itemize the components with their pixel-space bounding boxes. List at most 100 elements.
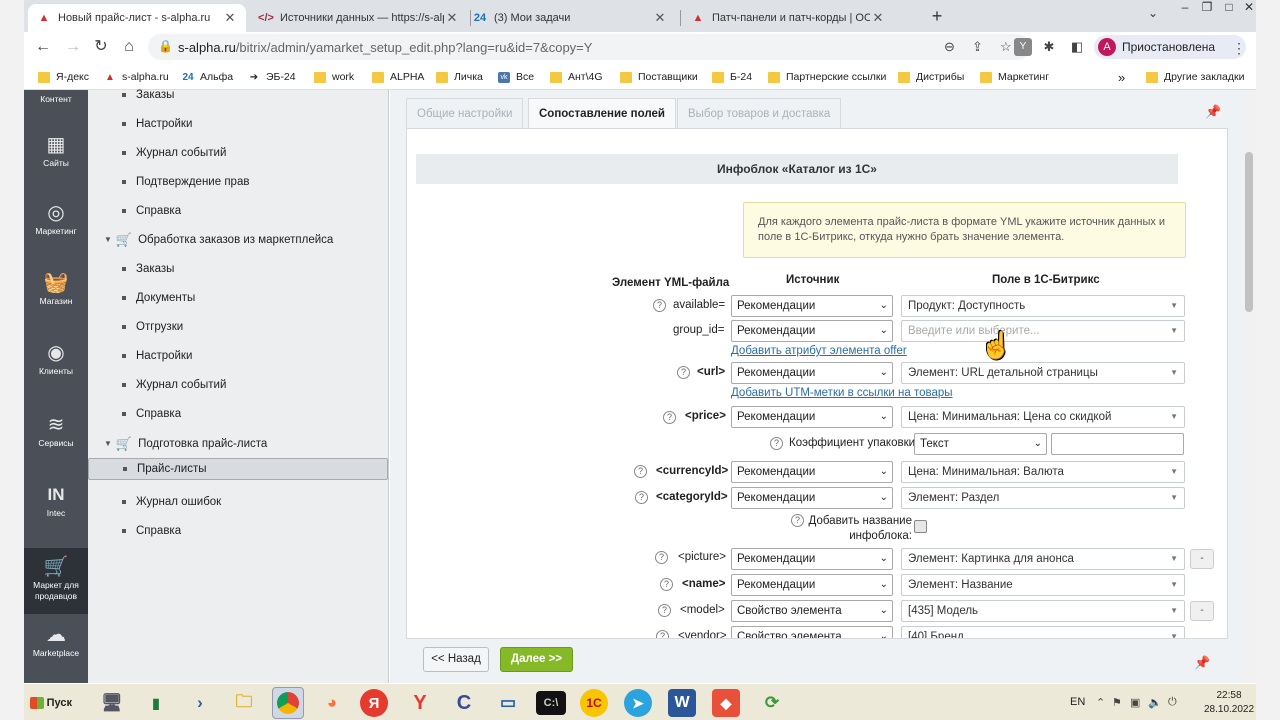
menu-dots-icon[interactable]: ⋮ xyxy=(1232,40,1246,57)
puzzle-extensions-icon[interactable]: ✱ xyxy=(1040,38,1058,56)
field-select-category-id[interactable]: Элемент: Раздел ▼ xyxy=(901,487,1185,509)
expand-triangle-icon[interactable]: ▼ xyxy=(104,439,112,448)
bookmark-partner-links[interactable]: Партнерские ссылки xyxy=(768,68,886,86)
help-icon[interactable]: ? xyxy=(634,465,647,478)
address-bar[interactable]: 🔒 s-alpha.ru/bitrix/admin/yamarket_setup… xyxy=(148,34,1030,60)
language-indicator[interactable]: EN xyxy=(1070,696,1085,708)
power-icon[interactable]: ⏻ xyxy=(1168,696,1177,709)
home-icon[interactable]: ⌂ xyxy=(118,36,140,58)
tab-field-mapping[interactable]: Сопоставление полей xyxy=(528,98,676,128)
reload-icon[interactable]: ↻ xyxy=(90,36,112,58)
add-utm-link[interactable]: Добавить UTM-метки в ссылки на товары xyxy=(731,387,953,399)
field-select-name[interactable]: Элемент: Название ▼ xyxy=(901,574,1185,596)
menu-item-error-log[interactable]: Журнал ошибок xyxy=(88,487,388,516)
bookmark-suppliers[interactable]: Поставщики xyxy=(620,68,698,86)
nav-marketing[interactable]: ◎ Маркетинг xyxy=(24,200,88,254)
firefox-icon[interactable]: ◕ xyxy=(316,687,348,719)
close-icon[interactable]: ✕ xyxy=(444,10,460,26)
chrome-icon[interactable] xyxy=(272,687,304,719)
telegram-icon[interactable]: ➤ xyxy=(624,689,652,717)
menu-item-settings[interactable]: Настройки xyxy=(88,109,388,138)
flag-icon[interactable]: ⚑ xyxy=(1112,696,1122,709)
source-select-name[interactable]: Рекомендации ⌄ xyxy=(731,574,893,596)
nav-clients[interactable]: ◉ Клиенты xyxy=(24,340,88,394)
pack-coefficient-select[interactable]: Текст ⌄ xyxy=(914,433,1047,455)
menu-item-help[interactable]: Справка xyxy=(88,399,388,428)
maximize-icon[interactable]: □ xyxy=(1218,0,1240,16)
add-iblock-name-checkbox[interactable] xyxy=(914,520,927,533)
other-bookmarks[interactable]: Другие закладки xyxy=(1146,68,1244,86)
new-tab-button[interactable]: + xyxy=(926,5,948,27)
menu-item-help[interactable]: Справка xyxy=(88,196,388,225)
menu-item-orders[interactable]: Заказы xyxy=(88,254,388,283)
powershell-icon[interactable]: › xyxy=(184,687,216,719)
word-icon[interactable]: W xyxy=(668,689,696,717)
nav-sites[interactable]: ▦ Сайты xyxy=(24,130,88,184)
menu-section-price-list-prep[interactable]: ▼ 🛒 Подготовка прайс-листа xyxy=(88,429,388,458)
help-icon[interactable]: ? xyxy=(658,604,671,617)
help-icon[interactable]: ? xyxy=(677,366,690,379)
help-icon[interactable]: ? xyxy=(660,578,673,591)
close-icon[interactable]: ✕ xyxy=(870,10,886,26)
forward-arrow-icon[interactable]: → xyxy=(62,36,84,58)
profile-button[interactable]: А Приостановлена xyxy=(1094,35,1246,59)
add-offer-attribute-link[interactable]: Добавить атрибут элемента offer xyxy=(731,345,907,357)
tab-goods-and-delivery[interactable]: Выбор товаров и доставка xyxy=(677,98,842,128)
1c-icon[interactable]: 1С xyxy=(580,689,608,717)
nav-intec[interactable]: IN Intec xyxy=(24,482,88,536)
tab-patch-panels[interactable]: ▲ Патч-панели и патч-корды | ООО ✕ xyxy=(682,4,894,32)
tray-expand-icon[interactable]: ⌃ xyxy=(1096,696,1105,709)
menu-item-price-lists[interactable]: Прайс-листы xyxy=(88,458,388,480)
field-select-currency-id[interactable]: Цена: Минимальная: Валюта ▼ xyxy=(901,461,1185,483)
bookmark-distribs[interactable]: Дистрибы xyxy=(898,68,964,86)
remote-desktop-icon[interactable]: ▭ xyxy=(492,687,524,719)
source-select-category-id[interactable]: Рекомендации ⌄ xyxy=(731,487,893,509)
field-select-available[interactable]: Продукт: Доступность ▼ xyxy=(901,295,1185,317)
field-select-picture[interactable]: Элемент: Картинка для анонса ▼ xyxy=(901,548,1185,570)
pack-coefficient-input[interactable] xyxy=(1051,433,1184,455)
menu-item-event-log[interactable]: Журнал событий xyxy=(88,370,388,399)
pin-icon[interactable]: 📌 xyxy=(1194,655,1210,671)
menu-item-help[interactable]: Справка xyxy=(88,516,388,545)
terminal-icon[interactable]: C:\ xyxy=(536,691,566,715)
source-select-url[interactable]: Рекомендации ⌄ xyxy=(731,362,893,384)
help-icon[interactable]: ? xyxy=(635,491,648,504)
tab-new-price-list[interactable]: ▲ Новый прайс-лист - s-alpha.ru ✕ xyxy=(28,4,246,32)
menu-item-shipments[interactable]: Отгрузки xyxy=(88,312,388,341)
menu-item-rights-confirm[interactable]: Подтверждение прав xyxy=(88,167,388,196)
share-icon[interactable]: ⇪ xyxy=(972,39,983,55)
tab-data-sources[interactable]: </> Источники данных — https://s-alph ✕ xyxy=(250,4,468,32)
c-app-icon[interactable]: C xyxy=(448,687,480,719)
tab-general-settings[interactable]: Общие настройки xyxy=(406,98,524,128)
field-select-group-id[interactable]: Введите или выберите... ▼ xyxy=(901,320,1185,342)
clock[interactable]: 22:58 28.10.2022 xyxy=(1204,689,1254,717)
help-icon[interactable]: ? xyxy=(791,514,804,527)
network-icon[interactable]: ▣ xyxy=(1130,696,1140,709)
bookmarks-more-button[interactable]: » xyxy=(1118,68,1125,86)
yandex-icon[interactable]: Я xyxy=(360,689,388,717)
menu-item-settings[interactable]: Настройки xyxy=(88,341,388,370)
help-icon[interactable]: ? xyxy=(663,411,676,424)
expand-triangle-icon[interactable]: ▼ xyxy=(104,235,112,244)
restore-icon[interactable]: ❐ xyxy=(1196,0,1218,16)
help-icon[interactable]: ? xyxy=(655,551,668,564)
remove-row-button[interactable]: - xyxy=(1190,549,1214,569)
nav-shop[interactable]: 🧺 Магазин xyxy=(24,270,88,324)
bookmark-ant4g[interactable]: Ант\4G xyxy=(550,68,603,86)
close-window-icon[interactable]: ✕ xyxy=(1238,0,1260,16)
menu-item-documents[interactable]: Документы xyxy=(88,283,388,312)
sync-icon[interactable]: ⟳ xyxy=(756,687,788,719)
zoom-icon[interactable]: ⊖ xyxy=(944,39,955,55)
bookmark-b24[interactable]: Б-24 xyxy=(712,68,752,86)
next-button[interactable]: Далее >> xyxy=(500,647,573,672)
computer-icon[interactable]: 🖥 xyxy=(96,687,128,719)
back-arrow-icon[interactable]: ← xyxy=(32,36,54,58)
source-select-currency-id[interactable]: Рекомендации ⌄ xyxy=(731,461,893,483)
menu-item-event-log[interactable]: Журнал событий xyxy=(88,138,388,167)
close-icon[interactable]: ✕ xyxy=(652,10,668,26)
field-select-price[interactable]: Цена: Минимальная: Цена со скидкой ▼ xyxy=(901,406,1185,428)
source-select-group-id[interactable]: Рекомендации ⌄ xyxy=(731,320,893,342)
remove-row-button[interactable]: - xyxy=(1190,601,1214,621)
start-button[interactable]: Пуск xyxy=(26,690,72,716)
bookmark-lichka[interactable]: Личка xyxy=(436,68,483,86)
